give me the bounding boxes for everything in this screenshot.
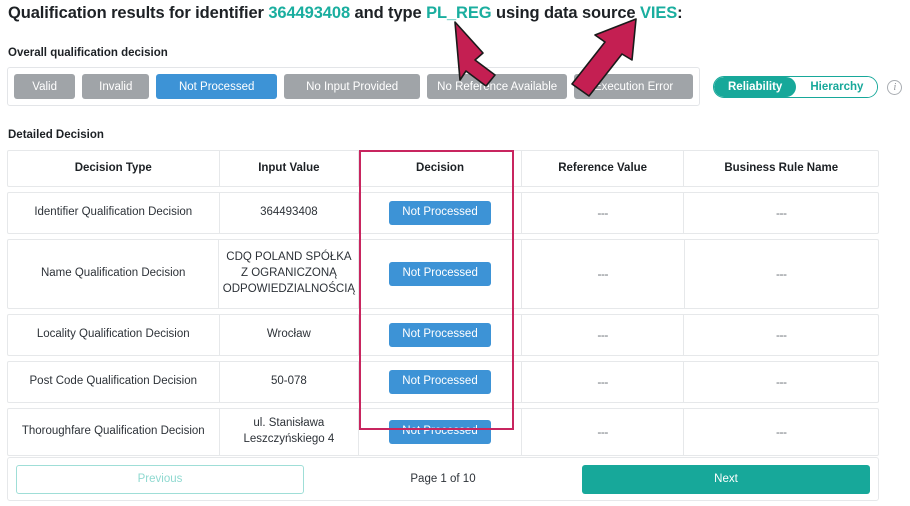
- cell-decision-type: Locality Qualification Decision: [8, 315, 220, 355]
- cell-reference-value: ---: [522, 193, 685, 233]
- cell-decision-type: Identifier Qualification Decision: [8, 193, 220, 233]
- next-page-button[interactable]: Next: [582, 464, 870, 494]
- overall-status-bar: Valid Invalid Not Processed No Input Pro…: [7, 67, 700, 106]
- table-row: Name Qualification Decision CDQ POLAND S…: [7, 239, 879, 309]
- status-chip-execution-error[interactable]: Execution Error: [574, 74, 693, 99]
- status-chip-no-input-provided[interactable]: No Input Provided: [284, 74, 421, 99]
- cell-reference-value: ---: [522, 362, 685, 402]
- identifier-value: 364493408: [268, 4, 351, 22]
- status-chip-invalid[interactable]: Invalid: [82, 74, 150, 99]
- decision-badge[interactable]: Not Processed: [389, 262, 491, 286]
- cell-input-value: 364493408: [220, 193, 360, 233]
- page-indicator: Page 1 of 10: [410, 473, 476, 485]
- decision-badge[interactable]: Not Processed: [389, 370, 491, 394]
- cell-input-value: Wrocław: [220, 315, 360, 355]
- column-header-business-rule-name: Business Rule Name: [724, 161, 839, 174]
- column-header-reference-value: Reference Value: [522, 151, 685, 186]
- info-icon[interactable]: i: [887, 79, 903, 95]
- type-value: PL_REG: [426, 4, 492, 22]
- table-row: Identifier Qualification Decision 364493…: [7, 192, 879, 234]
- toggle-option-reliability[interactable]: Reliability: [714, 77, 797, 97]
- column-header-decision-type: Decision Type: [8, 151, 220, 186]
- cell-business-rule-name: ---: [775, 424, 787, 439]
- cell-business-rule-name: ---: [775, 327, 787, 342]
- table-row: Thoroughfare Qualification Decision ul. …: [7, 408, 879, 456]
- overall-qualification-label: Overall qualification decision: [8, 47, 168, 59]
- page-title: Qualification results for identifier 364…: [8, 4, 683, 23]
- cell-decision-type: Thoroughfare Qualification Decision: [8, 409, 220, 455]
- detailed-decision-table: Decision Type Input Value Decision Refer…: [7, 150, 879, 461]
- cell-decision-type: Name Qualification Decision: [8, 240, 220, 308]
- cell-business-rule-name: ---: [775, 205, 787, 220]
- toggle-option-hierarchy[interactable]: Hierarchy: [796, 77, 878, 97]
- page-title-mid2: using data source: [491, 4, 640, 22]
- cell-input-value: ul. Stanisława Leszczyńskiego 4: [220, 409, 360, 455]
- cell-decision: Not Processed: [359, 240, 522, 308]
- cell-decision: Not Processed: [359, 315, 522, 355]
- data-source-value: VIES: [639, 4, 678, 22]
- cell-decision: Not Processed: [359, 362, 522, 402]
- column-header-input-value: Input Value: [220, 151, 360, 186]
- decision-badge[interactable]: Not Processed: [389, 323, 491, 347]
- pagination-bar: Previous Page 1 of 10 Next: [7, 457, 879, 501]
- cell-decision: Not Processed: [359, 193, 522, 233]
- cell-reference-value: ---: [522, 315, 685, 355]
- cell-reference-value: ---: [522, 409, 685, 455]
- status-chip-no-reference-available[interactable]: No Reference Available: [427, 74, 568, 99]
- previous-page-button[interactable]: Previous: [16, 464, 304, 494]
- cell-decision: Not Processed: [359, 409, 522, 455]
- view-toggle[interactable]: Reliability Hierarchy: [713, 76, 879, 98]
- cell-reference-value: ---: [522, 240, 685, 308]
- status-chip-valid[interactable]: Valid: [14, 74, 76, 99]
- cell-input-value: 50-078: [220, 362, 360, 402]
- decision-badge[interactable]: Not Processed: [389, 420, 491, 444]
- cell-business-rule-name: ---: [776, 266, 787, 281]
- page-title-suffix: :: [677, 4, 683, 22]
- status-chip-not-processed[interactable]: Not Processed: [156, 74, 278, 99]
- cell-decision-type: Post Code Qualification Decision: [8, 362, 220, 402]
- page-title-mid: and type: [350, 4, 427, 22]
- view-toggle-group: Reliability Hierarchy i: [713, 76, 903, 98]
- column-header-decision: Decision: [359, 151, 522, 186]
- detailed-decision-label: Detailed Decision: [8, 129, 104, 141]
- table-header-row: Decision Type Input Value Decision Refer…: [7, 150, 879, 187]
- decision-badge[interactable]: Not Processed: [389, 201, 491, 225]
- cell-business-rule-name: ---: [775, 374, 787, 389]
- cell-input-value: CDQ POLAND SPÓŁKA Z OGRANICZONĄ ODPOWIED…: [219, 240, 360, 308]
- page-title-prefix: Qualification results for identifier: [8, 4, 269, 22]
- table-row: Post Code Qualification Decision 50-078 …: [7, 361, 879, 403]
- table-row: Locality Qualification Decision Wrocław …: [7, 314, 879, 356]
